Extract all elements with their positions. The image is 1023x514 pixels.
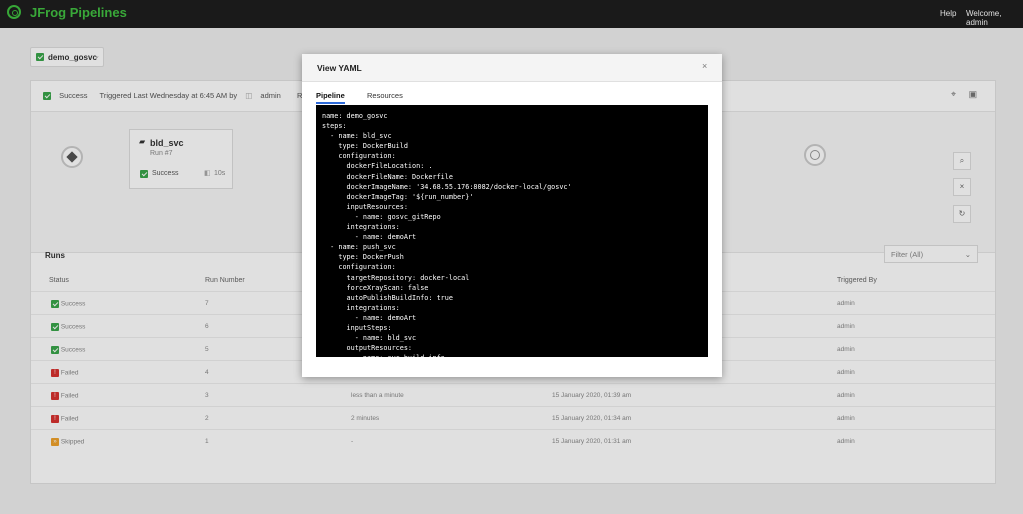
tab-resources[interactable]: Resources <box>367 91 403 100</box>
view-yaml-modal: View YAML × Pipeline Resources name: dem… <box>302 54 722 377</box>
close-icon[interactable]: × <box>702 61 707 71</box>
tab-pipeline[interactable]: Pipeline <box>316 91 345 104</box>
tab-resources-label: Resources <box>367 91 403 100</box>
tab-active-indicator <box>316 102 345 104</box>
modal-title: View YAML <box>317 63 362 73</box>
modal-header: View YAML × <box>302 54 722 82</box>
yaml-viewer[interactable]: name: demo_gosvc steps: - name: bld_svc … <box>316 105 708 357</box>
yaml-content: name: demo_gosvc steps: - name: bld_svc … <box>322 112 572 357</box>
tab-pipeline-label: Pipeline <box>316 91 345 100</box>
